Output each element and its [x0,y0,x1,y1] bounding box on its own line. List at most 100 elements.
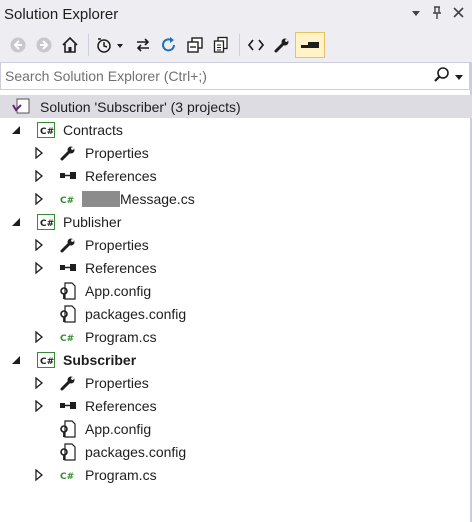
tree-item[interactable]: packages.config [0,302,472,325]
project-node[interactable]: C# Contracts [0,118,472,141]
toolbar [0,28,472,62]
wrench-icon [59,236,77,254]
references-icon [59,167,77,185]
collapsed-arrow-icon[interactable] [33,261,45,274]
tree-item-label: Properties [85,374,149,391]
show-all-files-icon [213,36,228,53]
window-title: Solution Explorer [4,5,119,23]
expanded-arrow-icon[interactable] [10,124,22,136]
wrench-icon [59,374,77,392]
preview-selected-items-button[interactable] [295,32,325,58]
tree-item-label: packages.config [85,443,187,460]
tree-item-label: Program.cs [85,328,157,345]
tree-item-label: Program.cs [85,466,157,483]
refresh-icon [162,37,175,52]
tree-item[interactable]: References [0,394,472,417]
project-node[interactable]: C# Publisher [0,210,472,233]
svg-text:C#: C# [40,357,54,367]
refresh-button[interactable] [157,33,181,57]
solution-label: Solution 'Subscriber' (3 projects) [40,98,241,115]
home-button[interactable] [58,33,82,57]
collapse-all-icon [187,37,203,53]
references-icon [59,397,77,415]
csharp-project-icon: C# [37,121,55,139]
tree-item-label: App.config [85,282,152,299]
tree-item-label: References [85,397,157,414]
tree-item[interactable]: C# Message.cs [0,187,472,210]
tree-item[interactable]: Properties [0,233,472,256]
collapsed-arrow-icon[interactable] [33,192,45,205]
wrench-icon [59,144,77,162]
tree-item[interactable]: packages.config [0,440,472,463]
collapsed-arrow-icon[interactable] [33,468,45,481]
svg-text:C#: C# [40,219,54,229]
properties-button[interactable] [270,33,294,57]
svg-text:C#: C# [40,127,54,137]
redacted-filename-prefix [82,190,120,207]
dropdown-arrow-icon[interactable] [411,7,421,21]
close-icon[interactable] [453,7,464,21]
view-code-button[interactable] [244,33,268,57]
collapsed-arrow-icon[interactable] [33,330,45,343]
clock-dropdown-icon [97,38,123,53]
search-input[interactable]: Search Solution Explorer (Ctrl+;) [5,68,207,84]
tree-item-label: App.config [85,420,152,437]
tree-item[interactable]: References [0,256,472,279]
project-label: Publisher [63,213,122,230]
expanded-arrow-icon[interactable] [10,216,22,228]
startup-project-label: Subscriber [63,351,137,368]
toolbar-separator [88,34,89,56]
sync-arrows-icon [136,38,150,52]
collapsed-arrow-icon[interactable] [33,146,45,159]
svg-text:C#: C# [60,472,74,482]
search-options-dropdown-icon[interactable] [455,68,463,84]
project-node[interactable]: C# Subscriber [0,348,472,371]
config-file-icon [59,419,77,438]
forward-button[interactable] [32,33,56,57]
tree-item-label: References [85,259,157,276]
csharp-file-icon: C# [59,328,77,346]
search-icon[interactable] [433,66,451,87]
forward-arrow-icon [36,37,52,53]
config-file-icon [59,442,77,461]
visual-studio-solution-icon [12,98,30,116]
csharp-project-icon: C# [37,213,55,231]
tree-item[interactable]: C# Program.cs [0,325,472,348]
wrench-icon [274,38,289,53]
tree-item-label: packages.config [85,305,187,322]
svg-text:C#: C# [60,334,74,344]
tree-item[interactable]: References [0,164,472,187]
collapse-all-button[interactable] [183,33,207,57]
csharp-file-icon: C# [59,466,77,484]
csharp-project-icon: C# [37,351,55,369]
references-icon [59,259,77,277]
collapsed-arrow-icon[interactable] [33,169,45,182]
sync-with-active-document-button[interactable] [131,33,155,57]
tree-item-label: Properties [85,236,149,253]
toolbar-separator [239,34,240,56]
tree-item[interactable]: Properties [0,371,472,394]
show-all-files-button[interactable] [209,33,233,57]
tree-item[interactable]: App.config [0,417,472,440]
tree-item-label: Message.cs [82,190,195,207]
expanded-arrow-icon[interactable] [10,354,22,366]
collapsed-arrow-icon[interactable] [33,399,45,412]
project-label: Contracts [63,121,123,138]
tree-item[interactable]: C# Program.cs [0,463,472,486]
title-bar: Solution Explorer [0,0,472,28]
collapsed-arrow-icon[interactable] [33,238,45,251]
tree-item[interactable]: Properties [0,141,472,164]
back-arrow-icon [10,37,26,53]
pending-changes-filter-button[interactable] [93,33,129,57]
back-button[interactable] [6,33,30,57]
tree-item[interactable]: App.config [0,279,472,302]
code-brackets-icon [247,39,265,51]
solution-node[interactable]: Solution 'Subscriber' (3 projects) [0,95,472,118]
pin-icon[interactable] [431,5,443,23]
search-box[interactable]: Search Solution Explorer (Ctrl+;) [0,62,470,90]
tree-item-label: Properties [85,144,149,161]
home-icon [62,36,78,53]
collapsed-arrow-icon[interactable] [33,376,45,389]
solution-tree: Solution 'Subscriber' (3 projects) C# Co… [0,95,472,486]
csharp-file-icon: C# [59,190,77,208]
